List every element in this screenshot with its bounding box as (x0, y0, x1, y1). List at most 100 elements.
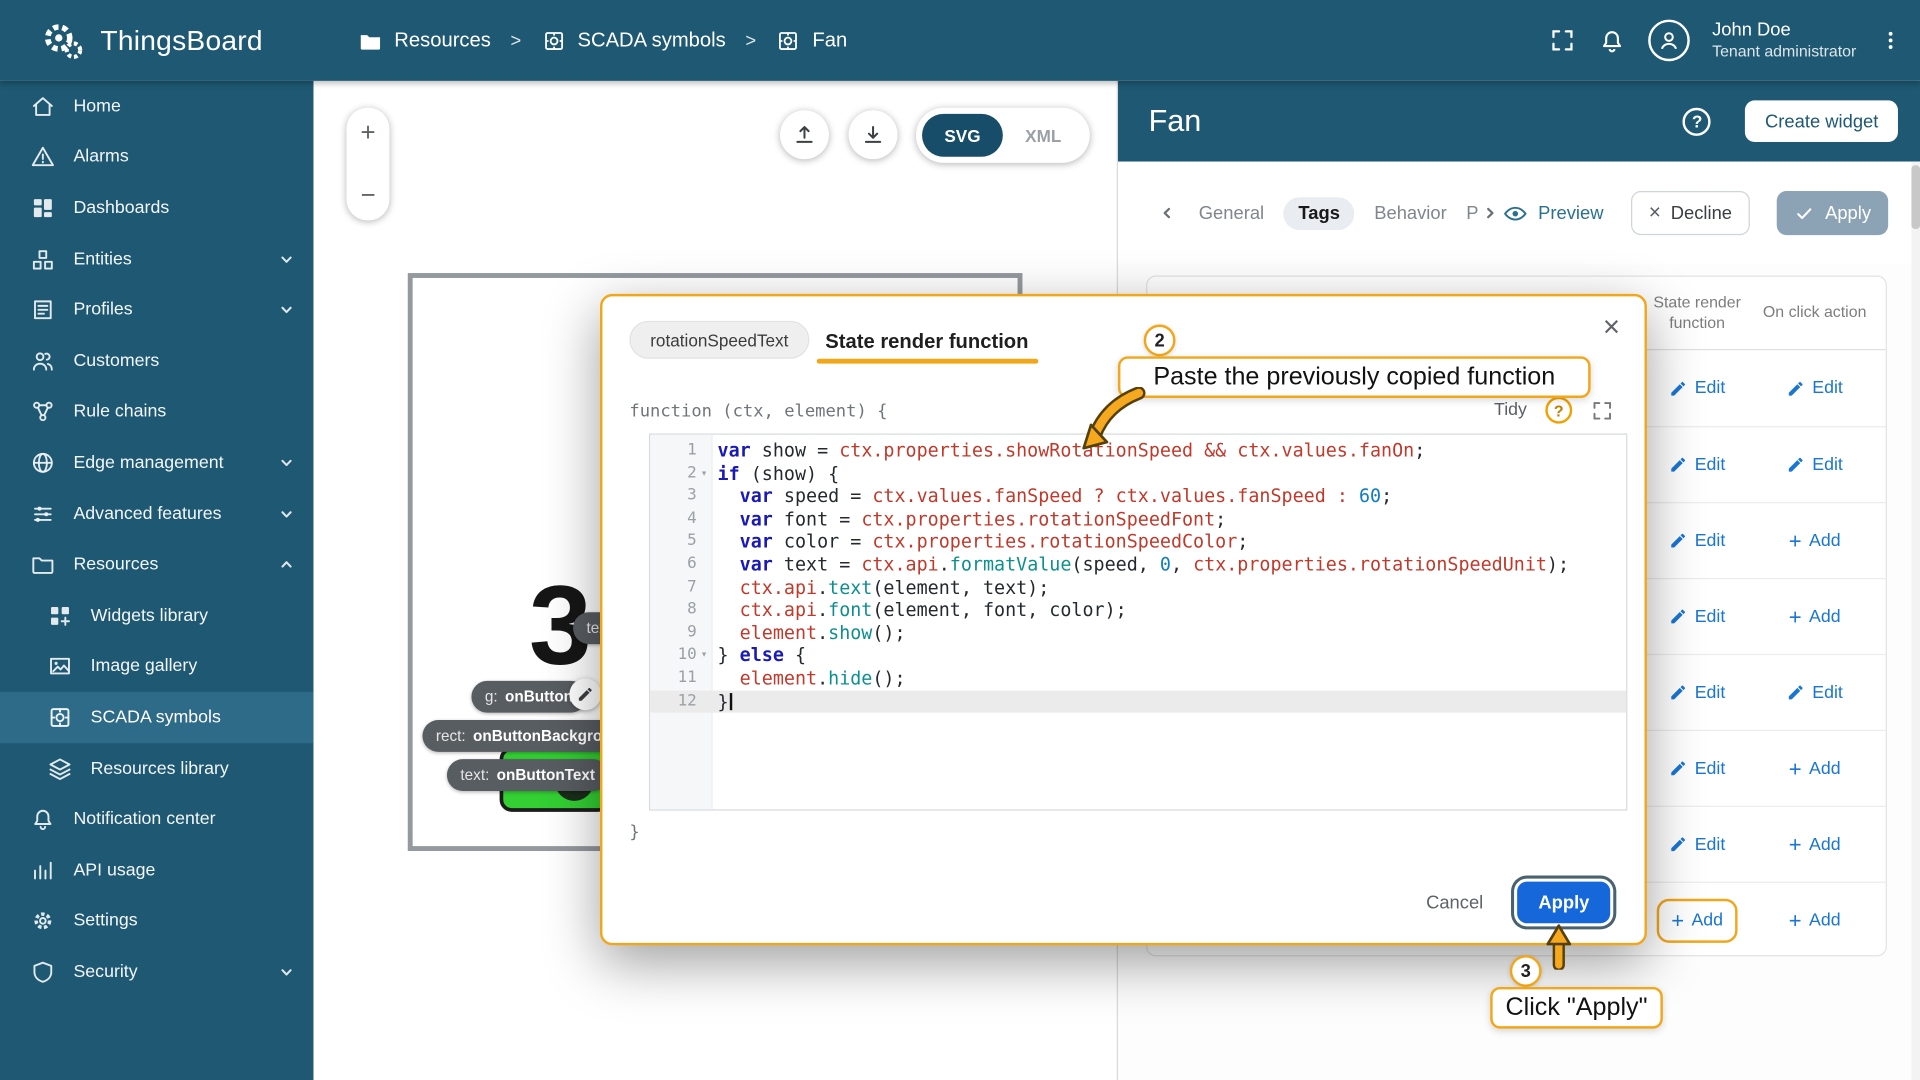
tab-general[interactable]: General (1199, 203, 1264, 224)
code-line[interactable]: 7 ctx.api.text(element, text); (650, 576, 1626, 599)
help-icon[interactable]: ? (1545, 396, 1573, 424)
create-widget-button[interactable]: Create widget (1745, 100, 1898, 143)
add-on-click-action-button[interactable]: + Add (1789, 606, 1841, 628)
edit-state-render-function-button[interactable]: Edit (1669, 607, 1725, 626)
code-line[interactable]: 6 var text = ctx.api.formatValue(speed, … (650, 553, 1626, 576)
zoom-in-button[interactable]: + (360, 120, 375, 146)
edit-on-click-action-button[interactable]: Edit (1787, 378, 1843, 398)
sidebar-item-notification-center[interactable]: Notification center (0, 794, 313, 845)
breadcrumb-scada-symbols[interactable]: SCADA symbols (541, 28, 726, 54)
sidebar-item-api-usage[interactable]: API usage (0, 845, 313, 896)
breadcrumb-resources[interactable]: Resources (358, 28, 491, 54)
code-editor[interactable]: 1 var show = ctx.properties.showRotationS… (648, 433, 1628, 811)
tab-properties[interactable]: Properties (1466, 203, 1478, 224)
code-line[interactable]: 9 element.show(); (650, 622, 1626, 645)
edit-state-render-function-button[interactable]: Edit (1669, 683, 1725, 702)
add-on-click-action-button[interactable]: + Add (1789, 757, 1841, 779)
code-line[interactable]: 8 ctx.api.font(element, font, color); (650, 599, 1626, 622)
sidebar-item-scada-symbols[interactable]: SCADA symbols (0, 691, 314, 743)
code-line[interactable]: 3 var speed = ctx.values.fanSpeed ? ctx.… (650, 485, 1626, 508)
edit-tag-button[interactable] (569, 678, 602, 711)
code-line[interactable]: 5 var color = ctx.properties.rotationSpe… (650, 531, 1626, 554)
more-menu-icon[interactable] (1878, 27, 1902, 54)
edit-on-click-action-button[interactable]: Edit (1787, 683, 1843, 702)
code-line[interactable]: 12} (650, 690, 1627, 713)
line-number: 10 (677, 645, 697, 665)
add-state-render-function-button[interactable]: + Add (1671, 909, 1723, 931)
fold-gutter (697, 667, 712, 690)
sidebar-item-security[interactable]: Security (0, 947, 313, 998)
edit-state-render-function-button[interactable]: Edit (1669, 531, 1725, 550)
customers-icon (32, 352, 53, 371)
preview-button[interactable]: Preview (1503, 200, 1603, 226)
sidebar-item-widgets-library[interactable]: Widgets library (0, 590, 313, 641)
dialog-footer: Cancel Apply (1426, 881, 1611, 924)
add-on-click-action-button[interactable]: + Add (1789, 833, 1841, 855)
tabs-scroll-left-icon[interactable] (1155, 201, 1179, 225)
upload-button[interactable] (780, 110, 829, 160)
sidebar-item-edge-management[interactable]: Edge management (0, 437, 313, 488)
add-button-highlight: + Add (1656, 898, 1738, 943)
sidebar: Home Alarms Dashboards Entities Profiles Cust… (0, 80, 314, 1080)
sidebar-item-settings[interactable]: Settings (0, 896, 313, 947)
apply-button[interactable]: Apply (1777, 191, 1889, 236)
add-on-click-action-button[interactable]: + Add (1789, 530, 1841, 552)
apply-button[interactable]: Apply (1517, 881, 1611, 924)
code-line[interactable]: 10 ▾} else { (650, 645, 1626, 668)
edit-state-render-function-button[interactable]: Edit (1669, 455, 1725, 474)
notifications-bell-icon[interactable] (1598, 26, 1626, 54)
sidebar-item-rule-chains[interactable]: Rule chains (0, 386, 313, 437)
svg-toggle-button[interactable]: SVG (922, 113, 1003, 157)
sidebar-item-resources-library[interactable]: Resources library (0, 743, 313, 794)
cancel-button[interactable]: Cancel (1426, 892, 1483, 913)
tidy-button[interactable]: Tidy (1494, 400, 1527, 420)
line-number: 11 (677, 668, 697, 687)
breadcrumb-fan[interactable]: Fan (776, 28, 847, 54)
user-avatar[interactable] (1648, 19, 1691, 62)
edit-state-render-function-button[interactable]: Edit (1669, 378, 1725, 398)
add-on-click-action-button[interactable]: + Add (1789, 909, 1841, 931)
edge-icon (32, 452, 53, 473)
sidebar-item-dashboards[interactable]: Dashboards (0, 183, 313, 234)
download-button[interactable] (848, 110, 898, 160)
code-editor-lines: 1 var show = ctx.properties.showRotationS… (650, 440, 1627, 713)
help-icon[interactable]: ? (1682, 107, 1712, 136)
decline-button[interactable]: × Decline (1630, 191, 1751, 236)
top-header: ThingsBoard Resources > SCADA symbols > … (0, 0, 1920, 81)
code-line[interactable]: 2 ▾ if (show) { (650, 462, 1626, 485)
sidebar-item-customers[interactable]: Customers (0, 335, 313, 386)
code-line[interactable]: 4 var font = ctx.properties.rotationSpee… (650, 508, 1626, 531)
fullscreen-icon[interactable] (1549, 27, 1576, 54)
home-icon (32, 96, 53, 116)
edit-state-render-function-button[interactable]: Edit (1669, 834, 1725, 854)
sidebar-item-resources[interactable]: Resources (0, 539, 313, 590)
sidebar-item-home[interactable]: Home (0, 81, 313, 132)
sidebar-item-advanced-features[interactable]: Advanced features (0, 488, 313, 539)
edit-on-click-action-button[interactable]: Edit (1787, 455, 1843, 474)
resources-icon (32, 557, 54, 575)
scrollbar-thumb[interactable] (1911, 165, 1920, 229)
sidebar-item-entities[interactable]: Entities (0, 234, 313, 285)
close-dialog-icon[interactable]: × (1603, 313, 1620, 342)
scrollbar[interactable] (1911, 161, 1920, 1080)
sidebar-item-image-gallery[interactable]: Image gallery (0, 641, 313, 692)
sidebar-item-profiles[interactable]: Profiles (0, 285, 313, 336)
tab-tags[interactable]: Tags (1283, 196, 1355, 230)
sidebar-item-alarms[interactable]: Alarms (0, 132, 313, 183)
tag-chip-on-button-text[interactable]: text: onButtonText (446, 759, 609, 792)
expand-editor-icon[interactable] (1591, 399, 1614, 422)
xml-toggle-button[interactable]: XML (1003, 126, 1084, 146)
code-line[interactable]: 11 element.hide(); (650, 667, 1626, 690)
zoom-out-button[interactable]: − (360, 182, 375, 208)
tabs-scroll-right-icon[interactable] (1478, 201, 1502, 225)
edit-state-render-function-button[interactable]: Edit (1669, 759, 1725, 778)
line-number: 5 (687, 531, 697, 551)
panel-title: Fan (1148, 103, 1202, 138)
app-logo[interactable]: ThingsBoard (0, 15, 313, 66)
line-number: 3 (687, 486, 697, 505)
tab-behavior[interactable]: Behavior (1374, 203, 1446, 224)
pencil-icon (1788, 381, 1803, 396)
fold-gutter (697, 599, 712, 622)
format-toggle: SVG XML (915, 107, 1090, 163)
step-2-arrow (1082, 386, 1146, 450)
